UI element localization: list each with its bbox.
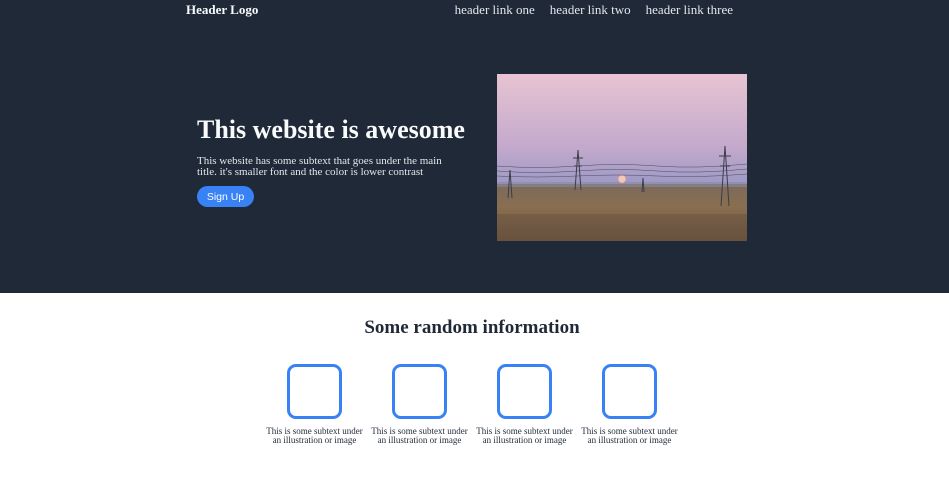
- info-section-title: Some random information: [364, 317, 580, 338]
- card-subtext: This is some subtext under an illustrati…: [266, 426, 363, 445]
- hero-section: Header Logo header link one header link …: [0, 0, 949, 293]
- hero-title: This website is awesome: [197, 115, 465, 144]
- header-link-three[interactable]: header link three: [646, 3, 733, 16]
- info-card: This is some subtext under an illustrati…: [262, 364, 367, 445]
- header-link-two[interactable]: header link two: [550, 3, 631, 16]
- hero-image: [497, 74, 747, 241]
- hero-subtitle: This website has some subtext that goes …: [197, 155, 442, 178]
- info-card: This is some subtext under an illustrati…: [367, 364, 472, 445]
- card-subtext: This is some subtext under an illustrati…: [581, 426, 678, 445]
- info-card: This is some subtext under an illustrati…: [577, 364, 682, 445]
- info-card: This is some subtext under an illustrati…: [472, 364, 577, 445]
- illustration-placeholder: [497, 364, 552, 419]
- illustration-placeholder: [392, 364, 447, 419]
- header-logo[interactable]: Header Logo: [186, 3, 258, 16]
- card-subtext: This is some subtext under an illustrati…: [476, 426, 573, 445]
- header-link-one[interactable]: header link one: [455, 3, 535, 16]
- header-nav: header link one header link two header l…: [455, 3, 733, 16]
- landscape-image: [497, 74, 747, 241]
- illustration-placeholder: [287, 364, 342, 419]
- card-subtext: This is some subtext under an illustrati…: [371, 426, 468, 445]
- info-cards: This is some subtext under an illustrati…: [262, 364, 682, 445]
- illustration-placeholder: [602, 364, 657, 419]
- sign-up-button[interactable]: Sign Up: [197, 186, 254, 207]
